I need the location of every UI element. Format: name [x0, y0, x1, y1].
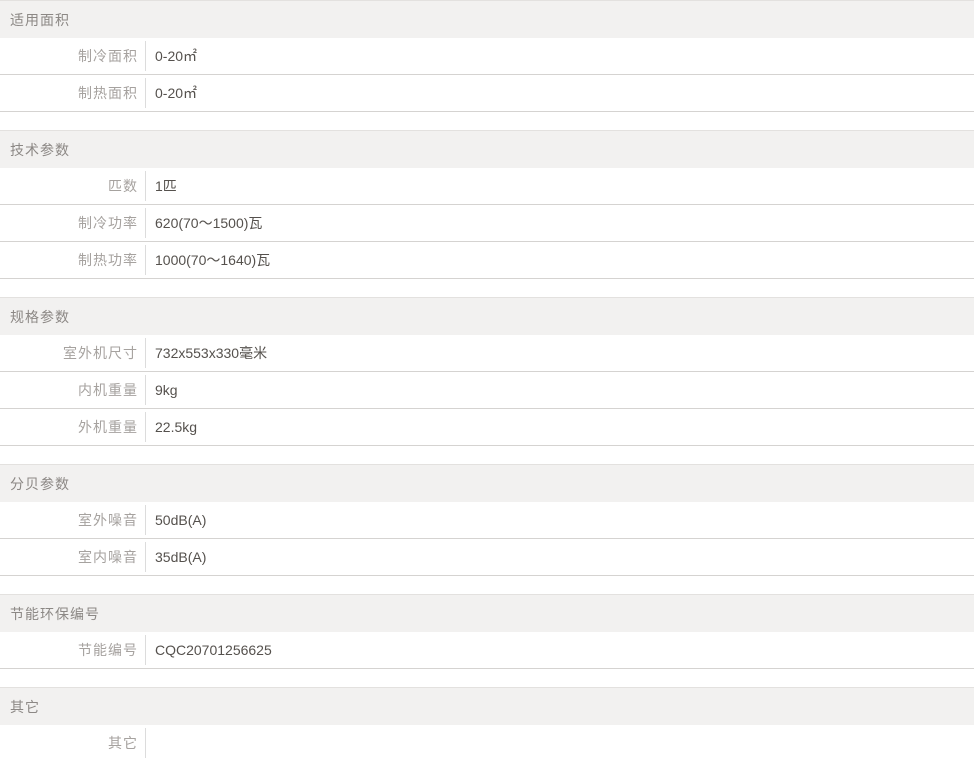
section-title: 其它 [10, 697, 40, 717]
section-header: 适用面积 [0, 0, 974, 38]
row-value: 9kg [145, 375, 974, 405]
section-rows: 室外机尺寸 732x553x330毫米 内机重量 9kg 外机重量 22.5kg [0, 335, 974, 446]
table-row: 制热面积 0-20㎡ [0, 75, 974, 112]
section-header: 分贝参数 [0, 464, 974, 502]
row-label: 室内噪音 [0, 539, 145, 575]
table-row: 制冷面积 0-20㎡ [0, 38, 974, 75]
row-value: 732x553x330毫米 [145, 338, 974, 368]
section-header: 其它 [0, 687, 974, 725]
row-label: 室外机尺寸 [0, 335, 145, 371]
spec-section: 技术参数 匹数 1匹 制冷功率 620(70～1500)瓦 制热功率 1000(… [0, 130, 974, 279]
row-value [145, 728, 974, 758]
table-row: 匹数 1匹 [0, 168, 974, 205]
row-label: 其它 [0, 725, 145, 761]
row-value: 22.5kg [145, 412, 974, 442]
row-label: 制热面积 [0, 75, 145, 111]
row-label: 制热功率 [0, 242, 145, 278]
section-rows: 匹数 1匹 制冷功率 620(70～1500)瓦 制热功率 1000(70～16… [0, 168, 974, 279]
table-row: 制热功率 1000(70～1640)瓦 [0, 242, 974, 279]
row-label: 室外噪音 [0, 502, 145, 538]
row-label: 外机重量 [0, 409, 145, 445]
spec-section: 其它 其它 [0, 687, 974, 761]
row-label: 节能编号 [0, 632, 145, 668]
row-label: 制冷面积 [0, 38, 145, 74]
section-title: 适用面积 [10, 10, 70, 30]
row-value: 0-20㎡ [145, 41, 974, 71]
section-title: 技术参数 [10, 140, 70, 160]
row-value: 1匹 [145, 171, 974, 201]
section-header: 技术参数 [0, 130, 974, 168]
section-header: 节能环保编号 [0, 594, 974, 632]
row-value: CQC20701256625 [145, 635, 974, 665]
table-row: 制冷功率 620(70～1500)瓦 [0, 205, 974, 242]
product-spec-table: 适用面积 制冷面积 0-20㎡ 制热面积 0-20㎡ 技术参数 匹数 1匹 制冷… [0, 0, 974, 761]
row-value: 50dB(A) [145, 505, 974, 535]
row-value: 0-20㎡ [145, 78, 974, 108]
table-row: 外机重量 22.5kg [0, 409, 974, 446]
row-label: 内机重量 [0, 372, 145, 408]
table-row: 节能编号 CQC20701256625 [0, 632, 974, 669]
section-header: 规格参数 [0, 297, 974, 335]
section-rows: 节能编号 CQC20701256625 [0, 632, 974, 669]
table-row: 内机重量 9kg [0, 372, 974, 409]
section-rows: 制冷面积 0-20㎡ 制热面积 0-20㎡ [0, 38, 974, 112]
section-rows: 其它 [0, 725, 974, 761]
section-rows: 室外噪音 50dB(A) 室内噪音 35dB(A) [0, 502, 974, 576]
section-title: 分贝参数 [10, 474, 70, 494]
table-row: 室外噪音 50dB(A) [0, 502, 974, 539]
spec-section: 适用面积 制冷面积 0-20㎡ 制热面积 0-20㎡ [0, 0, 974, 112]
section-title: 节能环保编号 [10, 604, 100, 624]
row-value: 35dB(A) [145, 542, 974, 572]
row-label: 制冷功率 [0, 205, 145, 241]
spec-section: 规格参数 室外机尺寸 732x553x330毫米 内机重量 9kg 外机重量 2… [0, 297, 974, 446]
table-row: 室外机尺寸 732x553x330毫米 [0, 335, 974, 372]
row-value: 620(70～1500)瓦 [145, 208, 974, 238]
table-row: 其它 [0, 725, 974, 761]
section-title: 规格参数 [10, 307, 70, 327]
row-value: 1000(70～1640)瓦 [145, 245, 974, 275]
spec-section: 节能环保编号 节能编号 CQC20701256625 [0, 594, 974, 669]
row-label: 匹数 [0, 168, 145, 204]
spec-section: 分贝参数 室外噪音 50dB(A) 室内噪音 35dB(A) [0, 464, 974, 576]
table-row: 室内噪音 35dB(A) [0, 539, 974, 576]
